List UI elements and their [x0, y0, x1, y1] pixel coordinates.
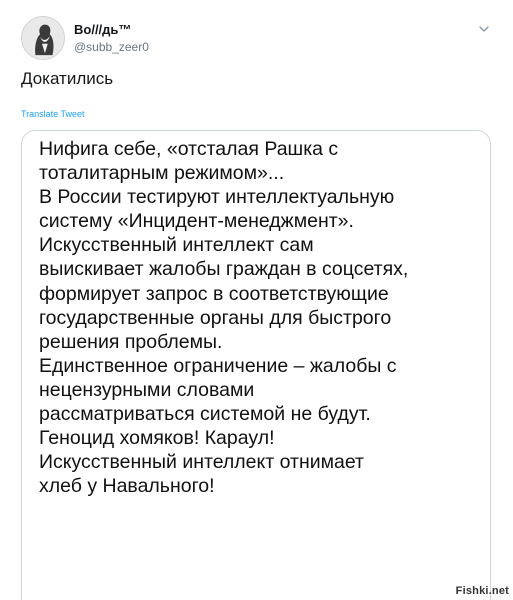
- tweet-menu-button[interactable]: [477, 22, 491, 36]
- quoted-text-line: Искусственный интеллект сам: [39, 234, 314, 257]
- translate-tweet-link[interactable]: Translate Tweet: [21, 109, 85, 119]
- tweet-text: Докатились: [21, 69, 114, 88]
- quoted-text-line: государственные органы для быстрого: [39, 306, 392, 329]
- quoted-text: Нифига себе, «отсталая Рашка с тоталитар…: [39, 137, 485, 498]
- quoted-text-line: тоталитарным режимом»...: [39, 162, 285, 185]
- quoted-text-line: систему «Инцидент-менеджмент».: [39, 210, 354, 233]
- quoted-text-line: Геноцид хомяков! Караул!: [39, 427, 275, 450]
- tweet: Bo///дь™ @subb_zeer0 Докатились Translat…: [0, 0, 513, 600]
- user-handle[interactable]: @subb_zeer0: [74, 40, 149, 54]
- quoted-text-line: рассматриваться системой не будут.: [39, 403, 371, 426]
- display-name[interactable]: Bo///дь™: [74, 22, 131, 37]
- avatar-icon: [22, 17, 64, 59]
- quoted-text-line: В России тестируют интеллектуальную: [39, 186, 395, 209]
- avatar[interactable]: [21, 16, 65, 60]
- chevron-down-icon: [479, 26, 489, 32]
- quoted-text-line: формирует запрос в соответствующие: [39, 282, 389, 305]
- quoted-text-line: выискивает жалобы граждан в соцсетях,: [39, 258, 409, 281]
- quoted-text-line: Нифига себе, «отсталая Рашка с: [39, 138, 339, 160]
- quoted-text-line: Единственное ограничение – жалобы с: [39, 354, 397, 377]
- quoted-text-line: Искусственный интеллект отнимает: [39, 451, 364, 474]
- quoted-image-card[interactable]: Нифига себе, «отсталая Рашка с тоталитар…: [21, 130, 491, 600]
- quoted-text-line: хлеб у Навального!: [39, 475, 215, 498]
- quoted-text-line: решения проблемы.: [39, 330, 223, 353]
- watermark: Fishki.net: [455, 585, 509, 597]
- quoted-text-line: нецензурными словами: [39, 378, 255, 401]
